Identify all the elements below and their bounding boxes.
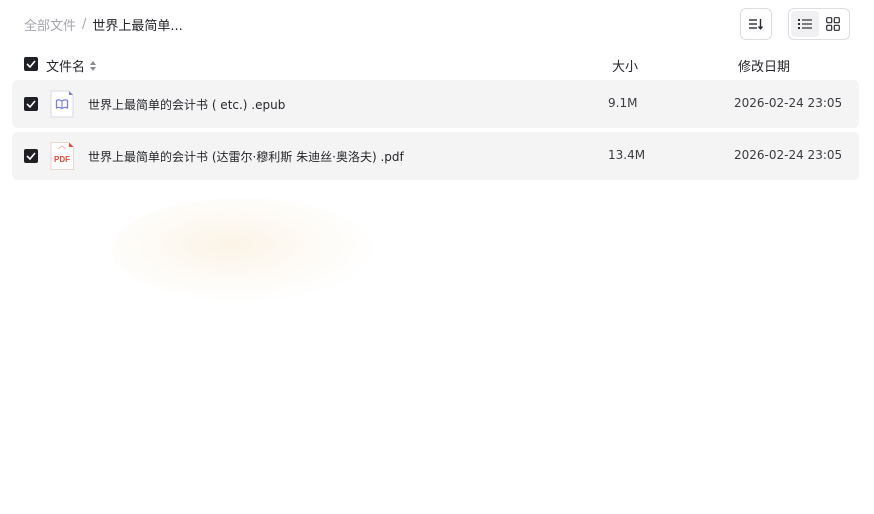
- file-size: 13.4M: [608, 148, 646, 162]
- select-all-checkbox[interactable]: [24, 57, 38, 71]
- list-view-icon: [798, 19, 812, 29]
- epub-file-icon: [50, 90, 74, 118]
- file-name[interactable]: 世界上最简单的会计书 ( etc.) .epub: [88, 96, 285, 113]
- column-header-date[interactable]: 修改日期: [738, 56, 790, 75]
- file-modified-date: 2026-02-24 23:05: [734, 148, 843, 162]
- check-icon: [26, 152, 36, 160]
- check-icon: [26, 60, 36, 68]
- row-checkbox[interactable]: [24, 97, 38, 111]
- check-icon: [26, 100, 36, 108]
- column-header-size[interactable]: 大小: [612, 56, 638, 75]
- pdf-label: PDF: [54, 155, 70, 164]
- file-modified-date: 2026-02-24 23:05: [734, 96, 843, 110]
- sort-caret-icon: [89, 60, 97, 72]
- top-bar: 全部文件 / 世界上最简单...: [0, 0, 874, 48]
- column-header-name[interactable]: 文件名: [46, 56, 97, 75]
- file-size: 9.1M: [608, 96, 638, 110]
- sort-button[interactable]: [740, 8, 772, 40]
- file-name[interactable]: 世界上最简单的会计书 (达雷尔·穆利斯 朱迪丝·奥洛夫) .pdf: [88, 148, 404, 165]
- column-name-label: 文件名: [46, 60, 86, 75]
- view-mode-switch: [788, 8, 850, 40]
- grid-view-icon: [826, 17, 840, 31]
- list-view-button[interactable]: [791, 11, 819, 37]
- grid-view-button[interactable]: [819, 11, 847, 37]
- file-list-header: 文件名 大小 修改日期: [12, 50, 859, 78]
- row-checkbox[interactable]: [24, 149, 38, 163]
- breadcrumb-root-link[interactable]: 全部文件: [24, 15, 76, 34]
- file-row[interactable]: PDF 世界上最简单的会计书 (达雷尔·穆利斯 朱迪丝·奥洛夫) .pdf 13…: [12, 132, 859, 180]
- file-row[interactable]: 世界上最简单的会计书 ( etc.) .epub 9.1M 2026-02-24…: [12, 80, 859, 128]
- breadcrumb-current-folder: 世界上最简单...: [92, 18, 183, 34]
- breadcrumb: 全部文件 / 世界上最简单...: [24, 15, 183, 34]
- background-glow: [112, 198, 374, 302]
- breadcrumb-separator: /: [82, 16, 87, 32]
- pdf-file-icon: PDF: [50, 142, 74, 170]
- sort-descending-icon: [749, 19, 764, 30]
